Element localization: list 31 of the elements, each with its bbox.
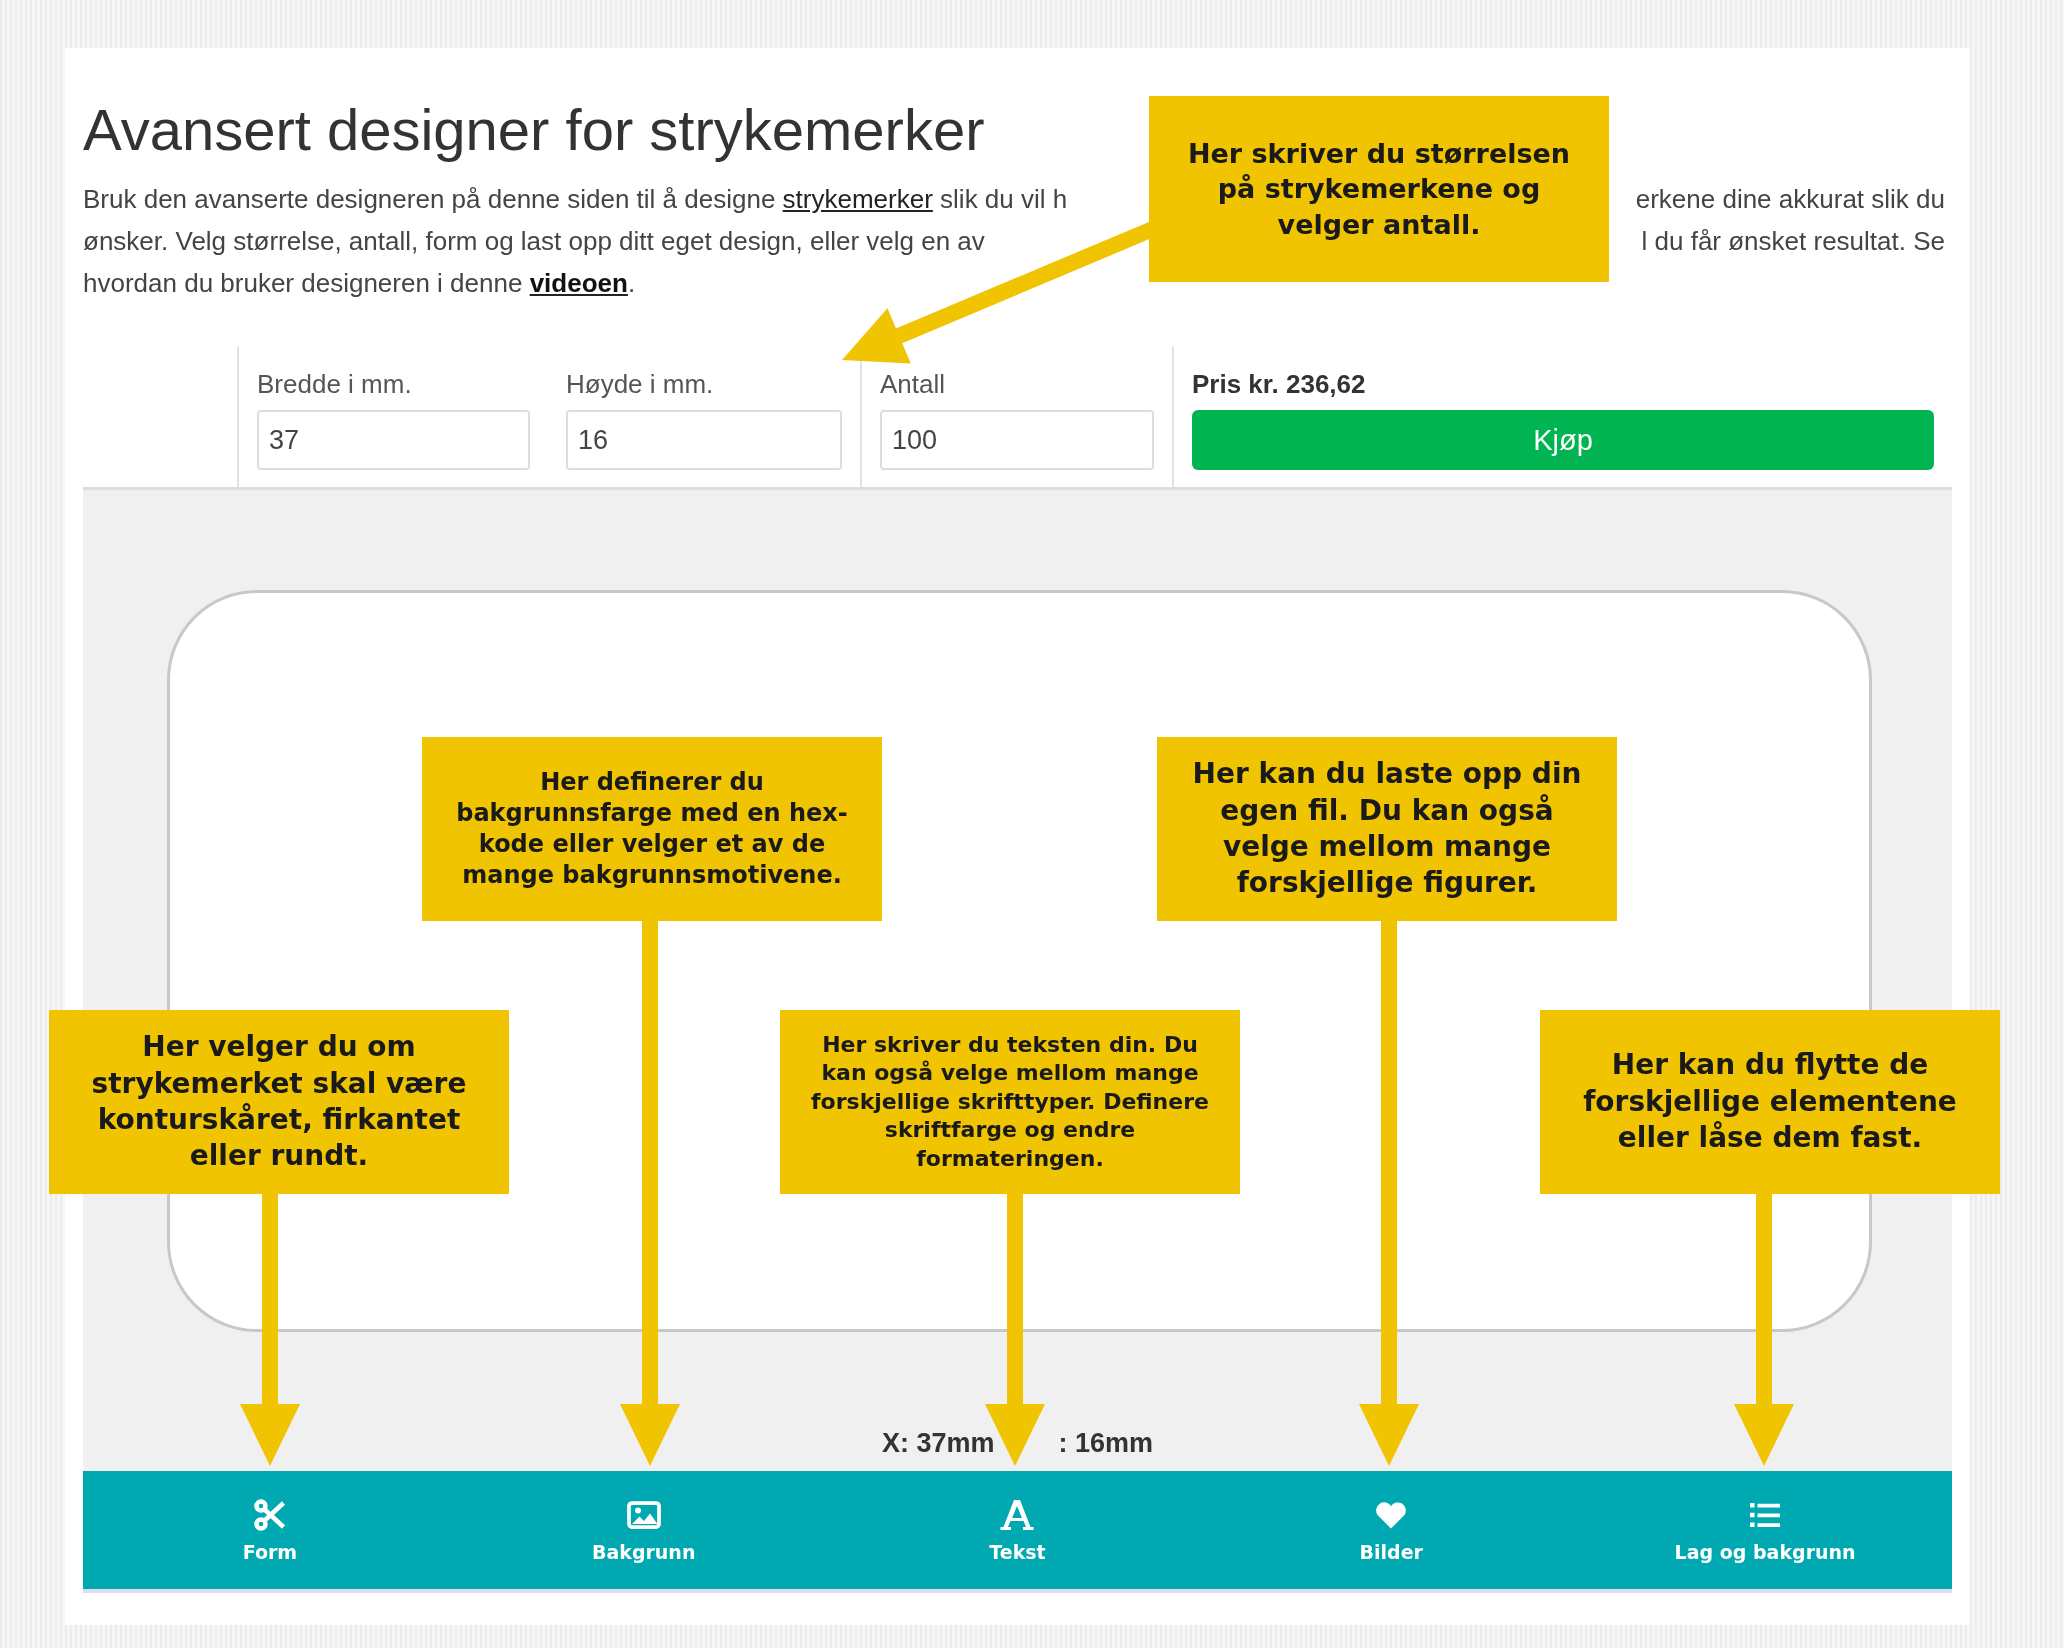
- field-label: Antall: [880, 369, 947, 400]
- input-field[interactable]: 37: [257, 410, 530, 470]
- intro-text: l du får ønsket resultat. Se: [1641, 225, 1945, 258]
- intro-text: erkene dine akkurat slik du: [1635, 183, 1945, 216]
- callout-note: Her definerer du bakgrunnsfarge med en hex-kode eller velger et av de mange bakgrunnsmotivene.: [422, 737, 882, 921]
- toolbar-button[interactable]: Bilder: [1204, 1471, 1579, 1589]
- toolbar-button[interactable]: Tekst: [830, 1471, 1205, 1589]
- video-link[interactable]: videoen: [529, 268, 628, 298]
- callout-note: Her kan du flytte de forskjellige elementene eller låse dem fast.: [1540, 1010, 2000, 1194]
- font-icon: [999, 1497, 1036, 1533]
- input-field[interactable]: 100: [880, 410, 1154, 470]
- dimension-text: : 16mm: [1058, 1428, 1154, 1459]
- toolbar-button[interactable]: Form: [83, 1471, 457, 1589]
- field-label: Bredde i mm.: [257, 369, 413, 400]
- dimension-text: X: 37mm: [881, 1428, 995, 1459]
- intro-text: hvordan du bruker designeren i denne videoen.: [83, 267, 636, 300]
- toolbar-button[interactable]: Lag og bakgrunn: [1578, 1471, 1952, 1589]
- buy-button[interactable]: Kjøp: [1192, 410, 1934, 470]
- strykemerker-link[interactable]: strykemerker: [782, 184, 933, 214]
- intro-text: Bruk den avanserte designeren på denne siden til å designe strykemerker slik du vil h: [83, 183, 1068, 216]
- input-field[interactable]: 16: [566, 410, 842, 470]
- page-title: Avansert designer for strykemerker: [83, 96, 985, 164]
- price-text: Pris kr. 236,62: [1192, 369, 1367, 400]
- field-label: Høyde i mm.: [566, 369, 715, 400]
- callout-note: Her skriver du teksten din. Du kan også velge mellom mange forskjellige skrifttyper. Definere skriftfarge og endre formateringen.: [780, 1010, 1240, 1194]
- callout-note: Her kan du laste opp din egen fil. Du kan også velge mellom mange forskjellige figurer.: [1157, 737, 1617, 921]
- callout-note: Her velger du om strykemerket skal være konturskåret, firkantet eller rundt.: [49, 1010, 509, 1194]
- toolbar-button[interactable]: Bakgrunn: [456, 1471, 831, 1589]
- scissors-icon: [251, 1497, 288, 1533]
- callout-note: Her skriver du størrelsen på strykemerkene og velger antall.: [1149, 96, 1609, 282]
- intro-text: ønsker. Velg størrelse, antall, form og last opp ditt eget design, eller velg en av: [83, 225, 985, 258]
